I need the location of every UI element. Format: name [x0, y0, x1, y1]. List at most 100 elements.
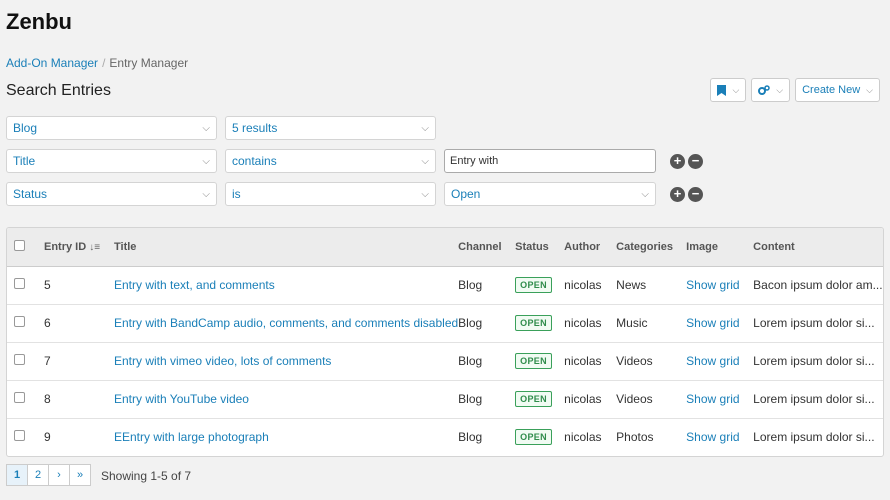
cell-channel: Blog	[458, 266, 516, 305]
filter-operator-select[interactable]: is ⌵	[225, 182, 436, 206]
col-categories[interactable]: Categories	[616, 228, 687, 267]
chevron-down-icon: ⌵	[776, 84, 784, 95]
cell-title-link[interactable]: EEntry with large photograph	[114, 418, 458, 456]
create-new-label: Create New	[802, 84, 861, 96]
row-checkbox[interactable]	[14, 430, 25, 442]
chevron-down-icon: ⌵	[202, 122, 210, 134]
filter-actions: + −	[670, 153, 703, 169]
row-select-cell	[7, 266, 44, 305]
cell-category: Photos	[616, 430, 654, 445]
last-page-button[interactable]: »	[69, 464, 91, 486]
cell-id: 8	[44, 380, 114, 419]
cell-title-link[interactable]: Entry with vimeo video, lots of comments	[114, 342, 459, 381]
chevron-down-icon: ⌵	[421, 122, 429, 134]
cell-content: Lorem ipsum dolor si...	[753, 430, 875, 445]
next-page-button[interactable]: ›	[48, 464, 70, 486]
cell-author: nicolas	[564, 266, 617, 305]
filter-value-select[interactable]: Open ⌵	[444, 182, 656, 206]
cell-status: OPEN	[515, 418, 564, 456]
table-row: 7 Entry with vimeo video, lots of commen…	[7, 342, 883, 381]
cell-category: Videos	[616, 342, 687, 381]
filter-operator-value: contains	[232, 154, 277, 168]
col-author[interactable]: Author	[564, 228, 617, 267]
create-new-button[interactable]: Create New ⌵	[795, 78, 880, 102]
page-2-button[interactable]: 2	[27, 464, 49, 486]
filter-operator-select[interactable]: contains ⌵	[225, 149, 436, 173]
row-select-cell	[7, 380, 44, 419]
breadcrumb: Add-On Manager / Entry Manager	[6, 56, 188, 70]
toolbar: ⌵ ⌵ Create New ⌵	[710, 78, 880, 102]
status-badge: OPEN	[515, 391, 552, 407]
table-header-row: Entry ID ↓≡ Title Channel Status Author C…	[7, 228, 883, 267]
col-content[interactable]: Content	[753, 228, 883, 267]
filter-operator-value: is	[232, 187, 241, 201]
bookmark-dropdown[interactable]: ⌵	[710, 78, 747, 102]
table-row: 8 Entry with YouTube video Blog OPEN nic…	[7, 380, 883, 419]
breadcrumb-addon-manager[interactable]: Add-On Manager	[6, 56, 98, 70]
cell-status: OPEN	[515, 266, 565, 305]
chevron-down-icon: ⌵	[866, 84, 873, 95]
pagination: 1 2 › »	[6, 464, 91, 486]
entries-table: Entry ID ↓≡ Title Channel Status Author C…	[6, 227, 884, 457]
settings-dropdown[interactable]: ⌵	[751, 78, 791, 102]
plus-circle-icon[interactable]: +	[670, 153, 685, 169]
filter-field-value: Title	[13, 154, 36, 168]
col-title[interactable]: Title	[114, 228, 459, 267]
cell-id: 6	[44, 304, 114, 343]
bookmark-icon	[717, 84, 727, 96]
col-image[interactable]: Image	[686, 228, 754, 267]
chevron-down-icon: ⌵	[421, 188, 429, 200]
page-1-button[interactable]: 1	[6, 464, 28, 486]
table-row: 6 Entry with BandCamp audio, comments, a…	[7, 304, 883, 343]
filter-operator-value: 5 results	[232, 121, 278, 135]
cell-image-link[interactable]: Show grid	[686, 380, 754, 419]
row-checkbox[interactable]	[14, 392, 25, 403]
cell-image-link[interactable]: Show grid	[686, 342, 754, 381]
cell-image-link[interactable]: Show grid	[686, 266, 754, 305]
filter-value-input[interactable]	[444, 149, 656, 173]
minus-circle-icon[interactable]: −	[688, 186, 703, 202]
cell-title-link[interactable]: Entry with YouTube video	[114, 380, 459, 419]
filter-row-channel: Blog ⌵ 5 results ⌵	[6, 116, 436, 140]
row-checkbox[interactable]	[14, 354, 25, 365]
breadcrumb-separator: /	[102, 56, 106, 70]
cell-channel: Blog	[458, 342, 516, 381]
cell-id: 9	[44, 430, 51, 445]
filter-field-select[interactable]: Title ⌵	[6, 149, 217, 173]
row-checkbox[interactable]	[14, 316, 25, 327]
cell-category: Music	[616, 304, 687, 343]
cell-channel: Blog	[458, 380, 516, 419]
row-select-cell	[7, 342, 44, 381]
cell-author: nicolas	[564, 430, 602, 445]
filter-field-value: Blog	[13, 121, 38, 135]
cell-title-link[interactable]: Entry with BandCamp audio, comments, and…	[114, 304, 459, 343]
col-channel[interactable]: Channel	[458, 228, 516, 267]
cell-status: OPEN	[515, 304, 565, 343]
col-status[interactable]: Status	[515, 228, 565, 267]
cell-title-link[interactable]: Entry with text, and comments	[114, 266, 459, 305]
gears-icon	[758, 84, 771, 95]
filter-field-select[interactable]: Blog ⌵	[6, 116, 217, 140]
filter-field-select[interactable]: Status ⌵	[6, 182, 217, 206]
table-row: 9 EEntry with large photograph Blog OPEN…	[7, 418, 883, 456]
plus-circle-icon[interactable]: +	[670, 186, 685, 202]
chevron-down-icon: ⌵	[202, 188, 210, 200]
minus-circle-icon[interactable]: −	[688, 153, 703, 169]
cell-image-link[interactable]: Show grid	[686, 418, 753, 456]
filter-actions: + −	[670, 186, 703, 202]
row-checkbox[interactable]	[14, 278, 25, 289]
status-badge: OPEN	[515, 353, 552, 369]
filter-operator-select[interactable]: 5 results ⌵	[225, 116, 436, 140]
row-select-cell	[7, 418, 44, 456]
filter-row-status: Status ⌵ is ⌵ Open ⌵ + −	[6, 182, 703, 206]
breadcrumb-current: Entry Manager	[109, 56, 189, 70]
cell-channel: Blog	[458, 430, 483, 445]
col-entry-id-label: Entry ID	[44, 240, 87, 253]
table-row: 5 Entry with text, and comments Blog OPE…	[7, 266, 883, 305]
cell-channel: Blog	[458, 304, 516, 343]
cell-image-link[interactable]: Show grid	[686, 304, 754, 343]
cell-status: OPEN	[515, 380, 565, 419]
col-entry-id[interactable]: Entry ID ↓≡	[44, 228, 114, 267]
cell-content: Lorem ipsum dolor si...	[753, 380, 883, 419]
select-all-checkbox[interactable]	[14, 239, 25, 251]
